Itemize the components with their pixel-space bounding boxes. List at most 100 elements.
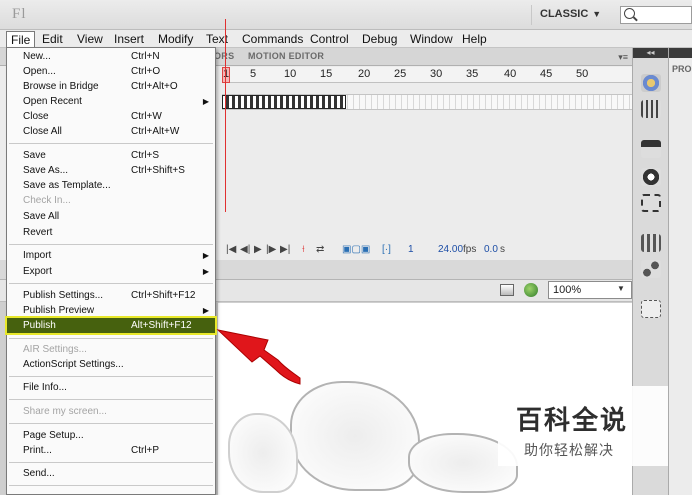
menu-separator [9, 376, 213, 377]
menu-control[interactable]: Control [306, 31, 353, 47]
menu-item-print[interactable]: Print... Ctrl+P [7, 443, 215, 458]
menu-separator [9, 244, 213, 245]
fps-value[interactable]: 24.00 [438, 244, 463, 255]
motion-presets-icon[interactable] [641, 260, 661, 278]
swatches-icon[interactable] [641, 100, 661, 118]
menu-item-import[interactable]: Import ▶ [7, 248, 215, 263]
menu-separator [9, 283, 213, 284]
transform-icon[interactable] [641, 194, 661, 212]
edit-symbol-icon[interactable] [524, 283, 538, 297]
chevron-down-icon: ▼ [592, 9, 602, 19]
watermark-subtitle: 助你轻松解决 [524, 443, 614, 459]
edit-scene-icon[interactable] [500, 284, 514, 296]
go-last-frame-icon[interactable]: ▶| [280, 244, 290, 255]
ruler-tick: 50 [576, 68, 589, 80]
help-search-input[interactable] [620, 6, 692, 24]
flash-logo: Fl [12, 6, 27, 22]
menu-item-publish-settings[interactable]: Publish Settings... Ctrl+Shift+F12 [7, 288, 215, 303]
menu-item-label: Open... [23, 66, 56, 77]
menu-item-label: Publish Settings... [23, 290, 104, 301]
library-icon[interactable] [641, 234, 661, 252]
menu-item-save-all[interactable]: Save All [7, 209, 215, 224]
menu-separator [9, 399, 213, 400]
workspace-switcher[interactable]: CLASSIC ▼ [531, 5, 611, 25]
menu-debug[interactable]: Debug [358, 31, 401, 47]
menu-window[interactable]: Window [406, 31, 457, 47]
menu-item-actionscript-settings[interactable]: ActionScript Settings... [7, 357, 215, 372]
menu-item-open-recent[interactable]: Open Recent ▶ [7, 94, 215, 109]
ruler-tick: 15 [320, 68, 333, 80]
menu-help[interactable]: Help [458, 31, 491, 47]
zoom-select[interactable]: 100% ▼ [548, 281, 632, 299]
menu-item-label: Check In... [23, 195, 71, 206]
center-frame-icon[interactable]: ⟊ [302, 244, 305, 255]
info-icon[interactable] [641, 168, 661, 186]
menu-item-close[interactable]: Close Ctrl+W [7, 109, 215, 124]
chevron-down-icon: ▼ [617, 284, 625, 293]
time-value[interactable]: 0.0 [484, 244, 498, 255]
ruler-tick: 45 [540, 68, 553, 80]
frame-ruler[interactable]: 1 5 10 15 20 25 30 35 40 45 50 [222, 67, 632, 83]
search-icon [624, 8, 635, 19]
menu-item-shortcut: Ctrl+S [131, 150, 160, 161]
panel-menu-icon[interactable]: ▾≡ [618, 52, 628, 63]
menu-item-send[interactable]: Send... [7, 466, 215, 481]
play-icon[interactable]: ▶ [254, 244, 262, 255]
menu-item-export[interactable]: Export ▶ [7, 264, 215, 279]
ruler-tick: 5 [250, 68, 257, 80]
properties-tab[interactable]: PRO [672, 64, 692, 74]
flash-app-window: Fl CLASSIC ▼ File Edit View Insert Modify… [0, 0, 692, 495]
menu-file[interactable]: File [6, 31, 36, 47]
edit-multiple-frames-icon[interactable]: [·] [382, 244, 391, 255]
menu-item-close-all[interactable]: Close All Ctrl+Alt+W [7, 124, 215, 139]
menu-commands[interactable]: Commands [238, 31, 307, 47]
menu-modify[interactable]: Modify [154, 31, 197, 47]
menu-item-browse-in-bridge[interactable]: Browse in Bridge Ctrl+Alt+O [7, 79, 215, 94]
menu-item-label: Send... [23, 468, 55, 479]
menu-item-label: New... [23, 51, 51, 62]
menu-item-open[interactable]: Open... Ctrl+O [7, 64, 215, 79]
layer-frames[interactable] [222, 94, 632, 110]
menu-item-publish-preview[interactable]: Publish Preview ▶ [7, 303, 215, 318]
menu-item-page-setup[interactable]: Page Setup... [7, 428, 215, 443]
menu-item-save-as-template[interactable]: Save as Template... [7, 178, 215, 193]
ruler-tick: 35 [466, 68, 479, 80]
submenu-arrow-icon: ▶ [202, 267, 209, 276]
menu-item-publish[interactable]: Publish Alt+Shift+F12 [5, 316, 217, 335]
keyframe-span[interactable] [222, 95, 346, 109]
ruler-tick: 25 [394, 68, 407, 80]
step-back-icon[interactable]: ◀| [240, 244, 250, 255]
menu-edit[interactable]: Edit [38, 31, 67, 47]
components-icon[interactable] [641, 300, 661, 318]
menu-item-label: AIR Settings... [23, 344, 87, 355]
submenu-arrow-icon: ▶ [202, 251, 209, 260]
menu-item-save-as[interactable]: Save As... Ctrl+Shift+S [7, 163, 215, 178]
panel-collapse-icon[interactable]: ◂◂ [633, 48, 668, 58]
step-forward-icon[interactable]: |▶ [266, 244, 276, 255]
menu-insert[interactable]: Insert [110, 31, 148, 47]
menu-view[interactable]: View [73, 31, 107, 47]
menu-separator [9, 143, 213, 144]
timeline-controls: |◀ ◀| ▶ |▶ ▶| ⟊ ⇄ ▣▢▣ [·] 1 24.00 fps 0.… [222, 242, 632, 258]
menu-item-label: Publish [23, 320, 56, 331]
loop-icon[interactable]: ⇄ [316, 244, 324, 255]
ruler-tick: 10 [284, 68, 297, 80]
align-icon[interactable] [641, 140, 661, 158]
fps-unit: fps [463, 244, 477, 255]
frame-grid[interactable] [222, 84, 632, 244]
onion-skin-icon[interactable]: ▣▢▣ [342, 244, 370, 255]
current-frame-value[interactable]: 1 [408, 244, 414, 255]
menu-item-file-info[interactable]: File Info... [7, 380, 215, 395]
menu-text[interactable]: Text [202, 31, 232, 47]
watermark-title: 百科全说 [516, 406, 629, 436]
menu-item-new[interactable]: New... Ctrl+N [7, 49, 215, 64]
menu-item-label: Share my screen... [23, 406, 107, 417]
menu-item-shortcut: Ctrl+P [131, 445, 160, 456]
color-icon[interactable] [641, 74, 661, 92]
menu-item-revert[interactable]: Revert [7, 225, 215, 240]
menu-bar: File Edit View Insert Modify Text Comman… [0, 30, 692, 48]
time-unit: s [500, 244, 505, 255]
go-first-frame-icon[interactable]: |◀ [226, 244, 236, 255]
menu-item-save[interactable]: Save Ctrl+S [7, 148, 215, 163]
tab-motion-editor[interactable]: MOTION EDITOR [248, 51, 324, 61]
